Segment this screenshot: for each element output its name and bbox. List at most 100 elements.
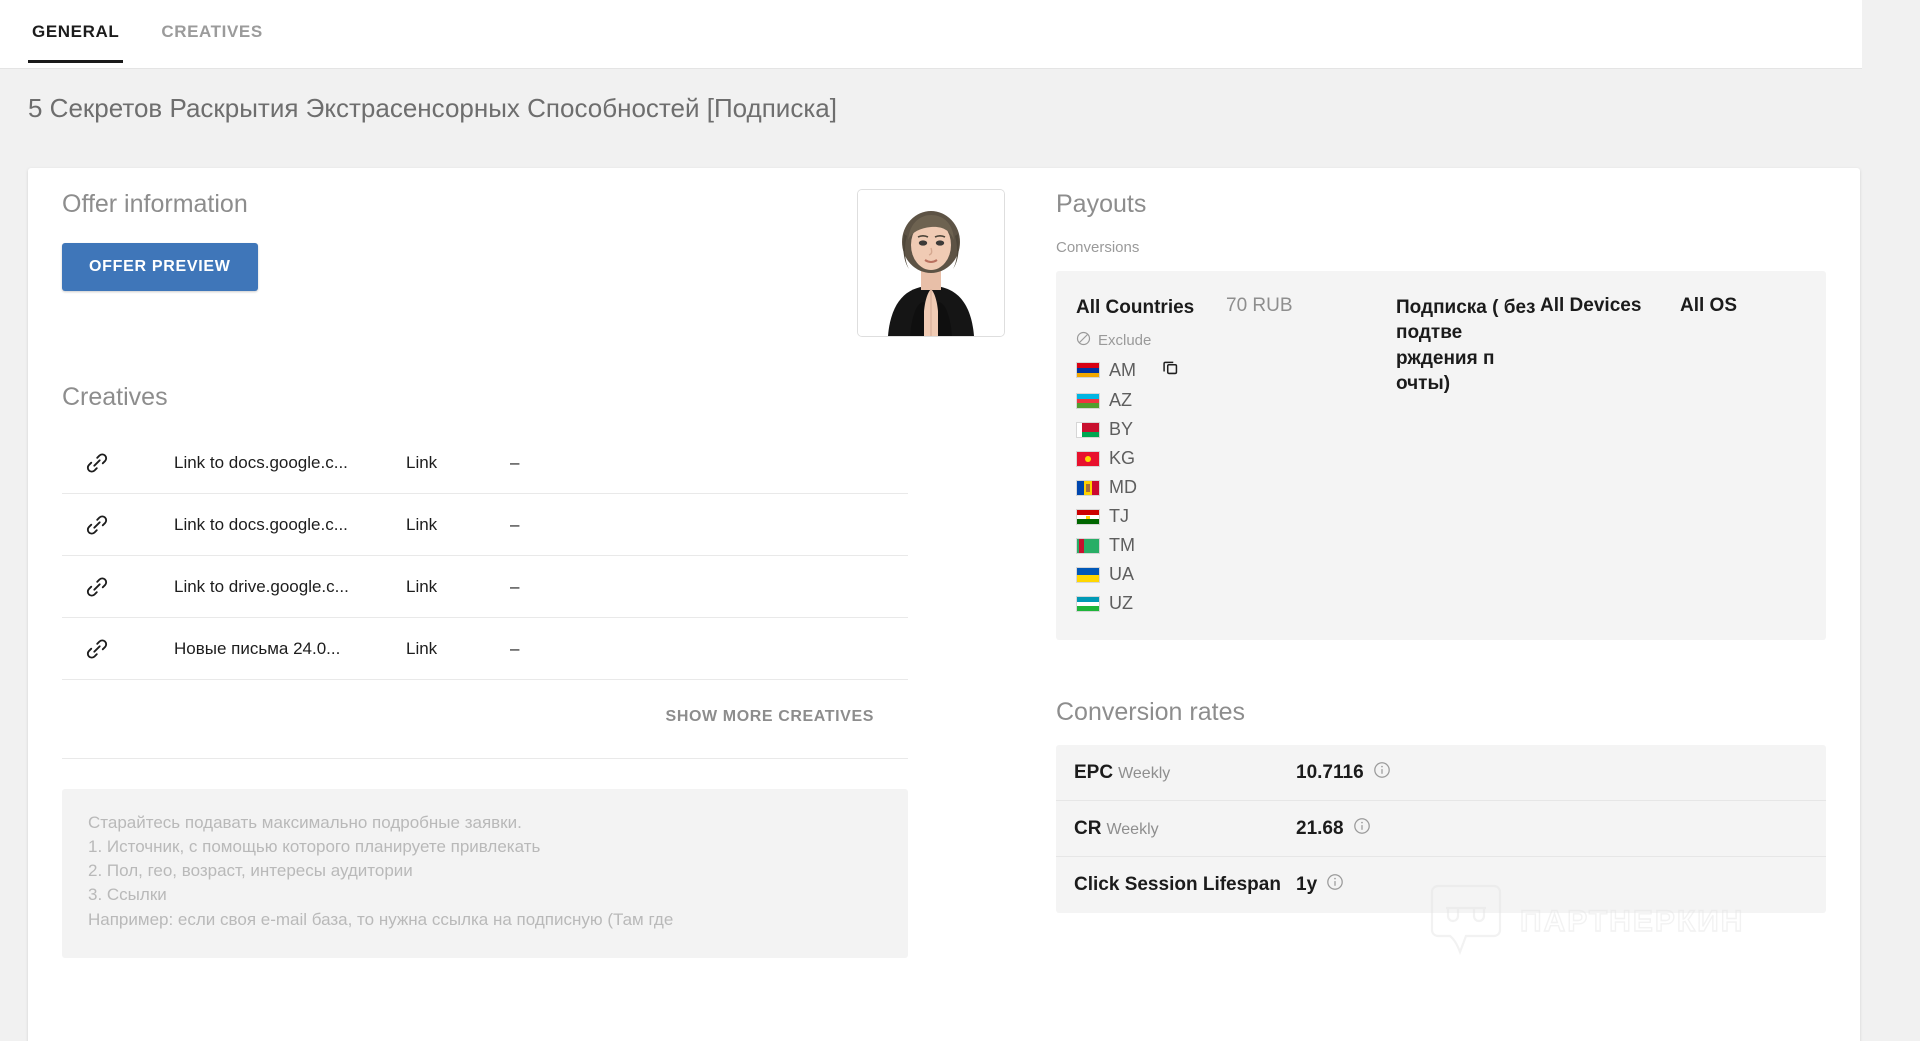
note-line: Старайтесь подавать максимально подробны…: [88, 813, 522, 832]
right-column: Payouts Conversions All Countries Exclud…: [1056, 168, 1826, 914]
note-line: 3. Ссылки: [88, 885, 167, 905]
conversion-rate-key: CR Weekly: [1074, 818, 1296, 840]
flag-by-icon: [1076, 421, 1100, 438]
conversion-rate-value-wrap: 10.7116: [1296, 761, 1391, 785]
country-code: UZ: [1109, 593, 1133, 614]
metric-period: Weekly: [1118, 764, 1171, 782]
creative-row[interactable]: Новые письма 24.0... Link –: [62, 618, 908, 680]
link-icon: [62, 512, 174, 538]
flag-tm-icon: [1076, 537, 1100, 554]
divider: [62, 758, 908, 759]
excluded-country-item: BY: [1076, 419, 1226, 440]
conversion-rate-key: Click Session Lifespan: [1074, 874, 1296, 896]
offer-thumbnail[interactable]: [857, 189, 1005, 337]
country-code: UA: [1109, 564, 1135, 585]
creative-row[interactable]: Link to drive.google.c... Link –: [62, 556, 908, 618]
conversion-rate-row: Click Session Lifespan 1y: [1056, 857, 1826, 913]
link-icon: [62, 636, 174, 662]
flag-uz-icon: [1076, 595, 1100, 612]
tab-bar: GENERAL CREATIVES: [0, 0, 1862, 69]
metric-value: 10.7116: [1296, 761, 1364, 783]
note-line: 1. Источник, с помощью которого планируе…: [88, 837, 541, 857]
metric-value: 1y: [1296, 874, 1318, 896]
link-icon: [62, 574, 174, 600]
conversion-rate-value-wrap: 1y: [1296, 873, 1344, 897]
creative-value: –: [510, 514, 520, 534]
country-code: BY: [1109, 419, 1134, 440]
flag-ua-icon: [1076, 566, 1100, 583]
exclude-label: Exclude: [1098, 332, 1152, 350]
conversion-rate-value-wrap: 21.68: [1296, 817, 1371, 841]
flag-kg-icon: [1076, 450, 1100, 467]
offer-thumbnail-image: [858, 190, 1004, 336]
country-code: TJ: [1109, 506, 1129, 527]
conversion-rate-key: EPC Weekly: [1074, 762, 1296, 784]
flag-md-icon: [1076, 479, 1100, 496]
flag-az-icon: [1076, 392, 1100, 409]
country-code: TM: [1109, 535, 1135, 556]
payout-devices: All Devices: [1540, 295, 1642, 316]
info-icon[interactable]: [1373, 761, 1391, 785]
payout-country-cell: All Countries Exclude AM AZ BY KG MD TJ …: [1076, 295, 1226, 614]
metric-period: Weekly: [1106, 820, 1159, 838]
creative-type: Link: [406, 514, 438, 534]
creatives-list: Link to docs.google.c... Link – Link to …: [62, 432, 908, 680]
payout-goal: Подписка ( без подтве рждения п очты): [1396, 297, 1536, 395]
exclude-label-wrap: Exclude: [1076, 331, 1226, 350]
country-code: KG: [1109, 448, 1136, 469]
tab-creatives[interactable]: CREATIVES: [157, 22, 266, 60]
creative-name: Link to docs.google.c...: [174, 514, 348, 534]
info-icon[interactable]: [1326, 873, 1344, 897]
metric-name: Click Session Lifespan: [1074, 874, 1281, 896]
creative-row[interactable]: Link to docs.google.c... Link –: [62, 432, 908, 494]
creative-type: Link: [406, 638, 438, 658]
country-code: AM: [1109, 359, 1136, 380]
payout-price: 70 RUB: [1226, 295, 1293, 316]
creative-type: Link: [406, 452, 438, 472]
tab-general[interactable]: GENERAL: [28, 22, 124, 63]
conversion-rate-row: CR Weekly 21.68: [1056, 801, 1826, 858]
note-line: 2. Пол, гео, возраст, интересы аудитории: [88, 861, 413, 881]
creative-type: Link: [406, 576, 438, 596]
creative-value: –: [510, 638, 520, 658]
left-column: Offer information OFFER PREVIEW Creative…: [62, 168, 1022, 958]
requirements-note: Старайтесь подавать максимально подробны…: [62, 789, 908, 958]
creative-name: Link to drive.google.c...: [174, 576, 349, 596]
creative-row[interactable]: Link to docs.google.c... Link –: [62, 494, 908, 556]
note-line: Например: если своя e-mail база, то нужн…: [88, 909, 674, 929]
offer-preview-button[interactable]: OFFER PREVIEW: [62, 243, 258, 291]
tab-list: GENERAL CREATIVES: [0, 0, 1862, 63]
creative-value: –: [510, 576, 520, 596]
excluded-country-item: UZ: [1076, 593, 1226, 614]
exclude-icon: [1076, 331, 1091, 350]
metric-name: CR: [1074, 817, 1102, 839]
creative-value: –: [510, 452, 520, 472]
conversion-rates-heading: Conversion rates: [1056, 698, 1245, 727]
info-icon[interactable]: [1353, 817, 1371, 841]
copy-icon[interactable]: [1161, 358, 1180, 382]
metric-name: EPC: [1074, 761, 1114, 783]
excluded-country-item: KG: [1076, 448, 1226, 469]
conversion-rates-table: EPC Weekly 10.7116 CR Weekly 21.68 Click…: [1056, 745, 1826, 914]
payout-os: All OS: [1680, 295, 1738, 316]
country-code: MD: [1109, 477, 1137, 498]
payout-row: All Countries Exclude AM AZ BY KG MD TJ …: [1056, 271, 1826, 641]
creatives-heading-wrap: Creatives: [62, 383, 1022, 412]
creative-name: Новые письма 24.0...: [174, 638, 341, 658]
show-more-creatives-button[interactable]: SHOW MORE CREATIVES: [62, 680, 908, 726]
payout-country: All Countries: [1076, 297, 1195, 318]
flag-tj-icon: [1076, 508, 1100, 525]
excluded-country-item: AM: [1076, 358, 1226, 382]
excluded-country-item: UA: [1076, 564, 1226, 585]
conversion-rate-row: EPC Weekly 10.7116: [1056, 745, 1826, 802]
offer-card: Offer information OFFER PREVIEW Creative…: [28, 168, 1860, 1041]
excluded-country-item: TM: [1076, 535, 1226, 556]
payouts-subheading: Conversions: [1056, 239, 1140, 256]
excluded-country-item: AZ: [1076, 390, 1226, 411]
app-page: GENERAL CREATIVES 5 Секретов Раскрытия Э…: [0, 0, 1920, 1041]
creatives-heading: Creatives: [62, 383, 168, 411]
payouts-heading: Payouts: [1056, 190, 1147, 218]
creative-name: Link to docs.google.c...: [174, 452, 348, 472]
flag-am-icon: [1076, 362, 1100, 379]
excluded-country-item: MD: [1076, 477, 1226, 498]
